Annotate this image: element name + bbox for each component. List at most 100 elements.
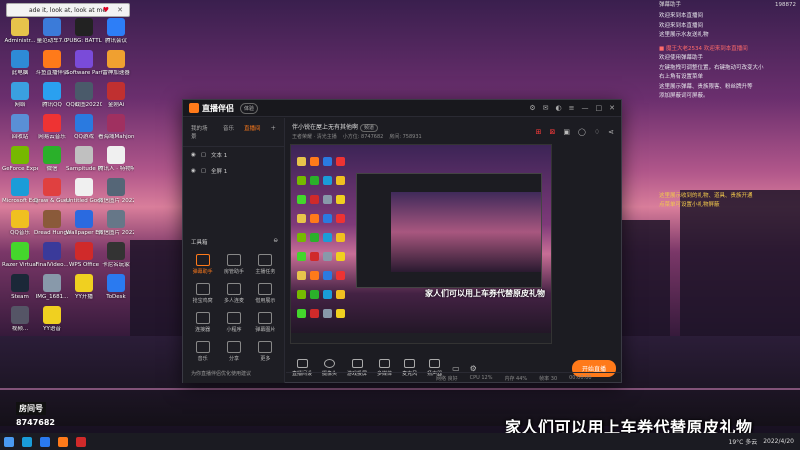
desktop-icon-label: IMG_1681...	[35, 294, 69, 300]
app-taskbar-icon[interactable]	[76, 436, 86, 447]
desktop-icon[interactable]: Wallpaper Engine:...	[66, 210, 102, 237]
tool-item[interactable]: 抢宝鸡窝	[187, 283, 218, 304]
source-item[interactable]: ◉ ▢ 文本 1	[183, 147, 284, 163]
clock-text[interactable]: 2022/4/20	[763, 438, 794, 445]
tool-item[interactable]: 弹幕图片	[250, 312, 281, 333]
desktop-icon[interactable]: Administr...	[2, 18, 38, 45]
gift-icon[interactable]: ⊠	[550, 128, 556, 136]
close-icon[interactable]: ✕	[117, 6, 123, 14]
desktop-icon[interactable]: FinalVideo...	[34, 242, 70, 269]
start-icon[interactable]	[4, 436, 14, 447]
skin-icon[interactable]: ◐	[556, 104, 562, 112]
left-footer[interactable]: 为你直播伴侣优化使用建议	[191, 370, 251, 377]
chat-line: 欢迎使用弹幕助手	[659, 55, 704, 61]
desktop-icon[interactable]: GeForce Experience	[2, 146, 38, 173]
source-item[interactable]: ◉ ▢ 全屏 1	[183, 163, 284, 179]
desktop-icon[interactable]: Software Part	[66, 50, 102, 77]
tool-item[interactable]: 分享	[218, 341, 249, 362]
desktop-icon[interactable]: Steam	[2, 274, 38, 301]
desktop-icon[interactable]: 雷神加速器	[98, 50, 134, 77]
preview-desktop-icon	[323, 176, 332, 185]
tool-item[interactable]: 房管助手	[218, 254, 249, 275]
notice-icon[interactable]: ♢	[594, 128, 600, 136]
desktop-icon[interactable]: PUBG: BATTLEGR...	[66, 18, 102, 45]
browser-chip[interactable]: ade it, look at, look at me ♥ ✕	[6, 3, 130, 17]
live-companion-taskbar-icon[interactable]	[58, 436, 68, 447]
desktop-icon[interactable]: Untitled Goose...	[66, 178, 102, 205]
desktop-icon[interactable]: 此电脑	[2, 50, 38, 77]
desktop-icon[interactable]: 回收站	[2, 114, 38, 141]
eye-icon[interactable]: ◉	[191, 152, 196, 158]
desktop-icon[interactable]: Sampitude Pro X1 Suite	[66, 146, 102, 173]
desktop-icon[interactable]: IMG_1681...	[34, 274, 70, 301]
tool-item[interactable]: 小程序	[218, 312, 249, 333]
desktop-icon[interactable]: Draw & Guess	[34, 178, 70, 205]
tool-item[interactable]: 音乐	[187, 341, 218, 362]
tool-item[interactable]: 多人连麦	[218, 283, 249, 304]
title-bar[interactable]: 直播伴侣 体验 ⚙ ✉ ◐ ≡ — □ ✕	[183, 100, 621, 117]
tool-item[interactable]: 更多	[250, 341, 281, 362]
desktop-icon[interactable]: 斗鱼直播伴侣	[34, 50, 70, 77]
tool-item[interactable]: 借用展示	[250, 283, 281, 304]
desktop-icon[interactable]: 视频...	[2, 306, 38, 333]
close-window-icon[interactable]: ✕	[609, 104, 615, 112]
share-icon[interactable]: ⋖	[608, 128, 614, 136]
desktop-icon[interactable]: 微信图片 20220130...	[98, 178, 134, 205]
desktop-icon[interactable]: Microsoft Edge	[2, 178, 38, 205]
desktop-icon[interactable]: Dread Hunger	[34, 210, 70, 237]
explorer-taskbar-icon[interactable]	[40, 436, 50, 447]
desktop-icon[interactable]: 看海域Mahjong...	[98, 114, 134, 141]
user-icon[interactable]: ◯	[578, 128, 586, 136]
tool-item[interactable]: 主播任务	[250, 254, 281, 275]
eye-icon[interactable]: ◉	[191, 168, 196, 174]
tool-item[interactable]: 连接器	[187, 312, 218, 333]
desktop-icon-label: 网易云音乐	[38, 134, 66, 140]
minimize-icon[interactable]: —	[582, 104, 589, 112]
desktop-icon[interactable]: 微信	[34, 146, 70, 173]
maximize-icon[interactable]: □	[596, 104, 603, 112]
preview-desktop-icon	[336, 157, 345, 166]
tab-scenes[interactable]: 我的场景	[191, 124, 213, 140]
live-companion-window[interactable]: 直播伴侣 体验 ⚙ ✉ ◐ ≡ — □ ✕ 我的场景 音乐 直播间 ＋ ◉ ▢ 文本…	[182, 99, 622, 383]
record-icon[interactable]: ⊞	[536, 128, 542, 136]
menu-icon[interactable]: ≡	[569, 104, 575, 112]
stream-preview[interactable]: 家人们可以用上车券代替原皮礼物	[290, 144, 552, 344]
lock-icon[interactable]: ▢	[201, 152, 206, 158]
desktop-icon-label: 视频...	[11, 326, 29, 332]
chat-icon[interactable]: ▣	[563, 128, 570, 136]
desktop-icon[interactable]: YY开播	[66, 274, 102, 301]
desktop-icon[interactable]: WPS Office	[66, 242, 102, 269]
preview-desktop-icon	[310, 214, 319, 223]
desktop-icon[interactable]: 网络	[2, 82, 38, 109]
settings-icon[interactable]: ⚙	[529, 104, 535, 112]
desktop-icon[interactable]: Razer Virtual Ac...	[2, 242, 38, 269]
heart-icon[interactable]: ♥	[103, 6, 109, 14]
desktop-icon[interactable]: 金刚Ai	[98, 82, 134, 109]
tab-music[interactable]: 音乐	[223, 124, 234, 140]
desktop-icon[interactable]: QQ音乐	[2, 210, 38, 237]
lock-icon[interactable]: ▢	[201, 168, 206, 174]
desktop-icon[interactable]: ToDesk	[98, 274, 134, 301]
tools-more-icon[interactable]: ⊖	[273, 238, 278, 246]
preview-desktop-icon	[336, 252, 345, 261]
desktop-icon[interactable]: 网易云音乐	[34, 114, 70, 141]
desktop-icon[interactable]: YY语音	[34, 306, 70, 333]
desktop-icon[interactable]: 量范动车7.0	[34, 18, 70, 45]
room-title[interactable]: 伴小锐在屋上无有其他啊	[292, 124, 358, 131]
desktop-icon[interactable]: QQ截图20220320...	[66, 82, 102, 109]
desktop-icon[interactable]: 腾讯QQ	[34, 82, 70, 109]
app-icon	[43, 274, 61, 292]
message-icon[interactable]: ✉	[543, 104, 549, 112]
desktop-icon[interactable]: 微信图片 20220321...	[98, 210, 134, 237]
tool-label: 连接器	[195, 327, 211, 333]
desktop-icon[interactable]: 腾讯人 · 特物特主播	[98, 146, 134, 173]
tool-item[interactable]: 弹幕助手	[187, 254, 218, 275]
edge-taskbar-icon[interactable]	[22, 436, 32, 447]
desktop-icon[interactable]: 卡尼名玩家	[98, 242, 134, 269]
add-source-icon[interactable]: ＋	[270, 124, 276, 140]
room-category[interactable]: 王者荣耀 · 清光主播	[292, 133, 337, 140]
tab-room[interactable]: 直播间	[244, 124, 261, 140]
desktop-icon[interactable]: 腾讯会议	[98, 18, 134, 45]
weather-text[interactable]: 19°C 多云	[729, 437, 758, 446]
desktop-icon[interactable]: QQ游戏	[66, 114, 102, 141]
